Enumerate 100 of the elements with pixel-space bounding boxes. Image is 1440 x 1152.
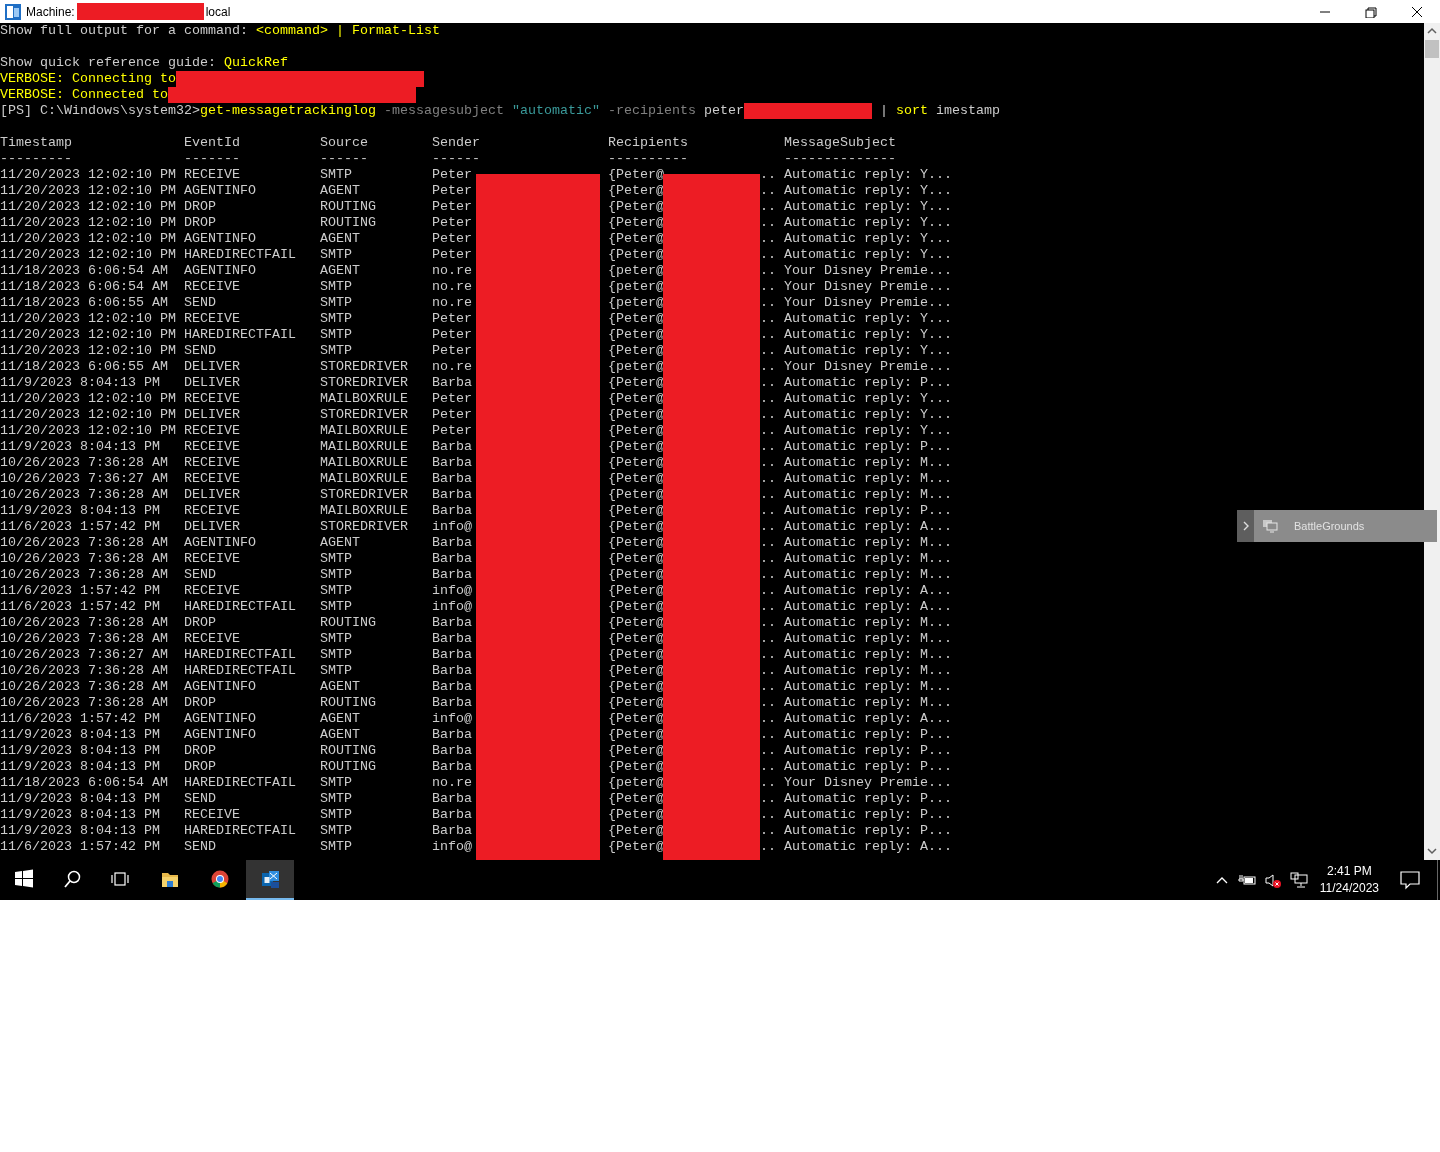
table-cell: Automatic reply: P... xyxy=(784,759,952,775)
table-cell: SMTP xyxy=(320,839,352,854)
table-cell: {Peter@ xyxy=(608,455,664,470)
table-cell: 10/26/2023 7:36:28 AM xyxy=(0,487,168,502)
table-cell: no.re xyxy=(432,263,472,278)
table-cell: 10/26/2023 7:36:28 AM xyxy=(0,695,168,710)
task-view-icon xyxy=(110,869,130,889)
table-cell: Automatic reply: Y... xyxy=(784,231,952,247)
table-cell: RECEIVE xyxy=(184,167,240,182)
table-cell: Automatic reply: M... xyxy=(784,663,952,679)
table-cell: .. xyxy=(760,615,776,630)
table-cell: Peter xyxy=(432,311,472,326)
table-cell: 11/20/2023 12:02:10 PM xyxy=(0,167,176,182)
table-cell: 11/9/2023 8:04:13 PM xyxy=(0,743,160,758)
table-cell: HAREDIRECTFAIL xyxy=(184,599,296,614)
table-cell: HAREDIRECTFAIL xyxy=(184,647,296,662)
table-cell: .. xyxy=(760,215,776,230)
table-cell: SEND xyxy=(184,791,216,806)
table-cell: {Peter@ xyxy=(608,519,664,534)
table-cell: SMTP xyxy=(320,167,352,182)
table-cell: SMTP xyxy=(320,247,352,262)
table-cell: {Peter@ xyxy=(608,631,664,646)
table-cell: 11/9/2023 8:04:13 PM xyxy=(0,759,160,774)
console-text: | xyxy=(878,103,889,119)
table-cell: {Peter@ xyxy=(608,215,664,230)
table-cell: MAILBOXRULE xyxy=(320,423,408,438)
table-cell: .. xyxy=(760,599,776,614)
table-cell: .. xyxy=(760,343,776,358)
scroll-thumb[interactable] xyxy=(1425,40,1439,58)
table-cell: HAREDIRECTFAIL xyxy=(184,327,296,342)
table-cell: .. xyxy=(760,695,776,710)
table-cell: AGENTINFO xyxy=(184,711,256,726)
table-cell: Peter xyxy=(432,327,472,342)
clock[interactable]: 2:41 PM 11/24/2023 xyxy=(1315,863,1383,897)
table-cell: Automatic reply: P... xyxy=(784,823,952,839)
table-cell: RECEIVE xyxy=(184,423,240,438)
table-cell: {peter@ xyxy=(608,775,664,790)
table-cell: Automatic reply: Y... xyxy=(784,183,952,199)
table-cell: 10/26/2023 7:36:28 AM xyxy=(0,535,168,550)
table-cell: {peter@ xyxy=(608,359,664,374)
table-cell: Automatic reply: Y... xyxy=(784,199,952,215)
table-cell: 10/26/2023 7:36:28 AM xyxy=(0,631,168,646)
table-cell: AGENTINFO xyxy=(184,535,256,550)
table-cell: 10/26/2023 7:36:28 AM xyxy=(0,567,168,582)
table-cell: 11/9/2023 8:04:13 PM xyxy=(0,375,160,390)
table-cell: 11/6/2023 1:57:42 PM xyxy=(0,599,160,614)
table-cell: info@ xyxy=(432,583,472,598)
table-cell: {Peter@ xyxy=(608,311,664,326)
table-cell: RECEIVE xyxy=(184,631,240,646)
console-text: get-messagetrackinglog xyxy=(199,103,376,119)
table-cell: 11/18/2023 6:06:55 AM xyxy=(0,295,168,310)
table-cell: .. xyxy=(760,647,776,662)
table-cell: Automatic reply: M... xyxy=(784,535,952,551)
table-cell: Barba xyxy=(432,439,472,454)
table-cell: {Peter@ xyxy=(608,375,664,390)
table-cell: Your Disney Premie... xyxy=(784,775,952,791)
table-cell: Your Disney Premie... xyxy=(784,359,952,375)
table-cell: {Peter@ xyxy=(608,183,664,198)
notification-icon[interactable] xyxy=(1399,870,1421,890)
console-text: VERBOSE: Connecting to xyxy=(0,71,176,87)
table-cell: .. xyxy=(760,727,776,742)
console-text: -recipients xyxy=(606,103,697,119)
table-cell: 11/20/2023 12:02:10 PM xyxy=(0,199,176,214)
table-cell: 10/26/2023 7:36:28 AM xyxy=(0,551,168,566)
table-cell: STOREDRIVER xyxy=(320,487,408,502)
table-cell: 11/6/2023 1:57:42 PM xyxy=(0,711,160,726)
chevron-right-icon[interactable] xyxy=(1241,520,1250,532)
table-cell: 11/6/2023 1:57:42 PM xyxy=(0,839,160,854)
table-cell: .. xyxy=(760,631,776,646)
table-cell: 11/9/2023 8:04:13 PM xyxy=(0,439,160,454)
table-cell: Your Disney Premie... xyxy=(784,295,952,311)
muted-speaker-icon[interactable] xyxy=(1263,872,1282,888)
table-cell: {Peter@ xyxy=(608,487,664,502)
table-cell: Peter xyxy=(432,423,472,438)
table-cell: 11/9/2023 8:04:13 PM xyxy=(0,807,160,822)
network-icon[interactable] xyxy=(1289,872,1308,888)
table-cell: 10/26/2023 7:36:28 AM xyxy=(0,679,168,694)
table-cell: Automatic reply: A... xyxy=(784,599,952,615)
console-text: <command> | Format-List xyxy=(255,23,440,39)
taskbar-button[interactable] xyxy=(246,860,294,900)
table-cell: SMTP xyxy=(320,823,352,838)
table-cell: Automatic reply: P... xyxy=(784,503,952,519)
clock-date: 11/24/2023 xyxy=(1319,880,1379,897)
window-title: Machine: xyxy=(26,3,75,21)
table-cell: {Peter@ xyxy=(608,471,664,486)
table-cell: 10/26/2023 7:36:27 AM xyxy=(0,647,168,662)
table-cell: Barba xyxy=(432,375,472,390)
column-header: Recipients xyxy=(608,135,688,150)
table-cell: Peter xyxy=(432,247,472,262)
table-cell: .. xyxy=(760,199,776,214)
table-cell: .. xyxy=(760,839,776,854)
battery-icon[interactable] xyxy=(1237,872,1256,888)
table-cell: RECEIVE xyxy=(184,551,240,566)
table-cell: Automatic reply: Y... xyxy=(784,423,952,439)
table-cell: 11/20/2023 12:02:10 PM xyxy=(0,215,176,230)
table-cell: Barba xyxy=(432,791,472,806)
table-cell: 11/20/2023 12:02:10 PM xyxy=(0,391,176,406)
scrollbar[interactable] xyxy=(1424,23,1440,860)
table-cell: SEND xyxy=(184,839,216,854)
table-cell: AGENTINFO xyxy=(184,727,256,742)
